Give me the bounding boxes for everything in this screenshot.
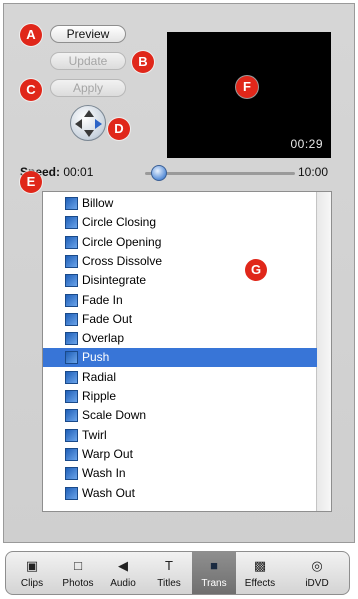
transition-item[interactable]: Fade In (61, 291, 314, 310)
tab-effects[interactable]: ▩ Effects (238, 552, 282, 594)
transition-icon (65, 197, 78, 210)
apply-button[interactable]: Apply (50, 79, 126, 97)
transition-icon (65, 293, 78, 307)
transition-label: Push (82, 350, 110, 365)
tab-label: Audio (110, 578, 136, 589)
tab-photos[interactable]: □ Photos (56, 552, 100, 594)
idvd-icon: ◎ (311, 558, 323, 573)
audio-icon: ◀ (118, 558, 128, 573)
transition-icon (65, 312, 78, 326)
direction-pad[interactable] (70, 105, 106, 141)
transition-icon (65, 216, 78, 230)
transition-icon (65, 235, 78, 249)
speed-slider-knob[interactable] (150, 165, 167, 181)
titles-icon: T (165, 558, 173, 573)
arrow-left-icon[interactable] (75, 119, 82, 129)
callout-badge: G (245, 259, 267, 281)
transition-icon (65, 332, 78, 346)
transition-label: Ripple (82, 389, 117, 403)
transition-item[interactable]: Cross Dissolve (61, 252, 314, 271)
transition-label: Twirl (82, 427, 107, 442)
transition-item[interactable]: Disintegrate (61, 271, 314, 290)
transition-label: Warp Out (82, 446, 133, 461)
viewer-timecode: 00:29 (290, 137, 323, 151)
clips-icon: ▣ (25, 558, 39, 573)
callout-badge: F (236, 76, 258, 98)
transition-item[interactable]: Twirl (61, 426, 314, 445)
transition-label: Radial (82, 369, 117, 384)
callout-badge: E (20, 171, 42, 193)
trans-icon: ■ (210, 558, 218, 573)
photos-icon: □ (74, 558, 82, 573)
pane-tab-bar: ▣ Clips □ Photos ◀ Audio T Titles ■ Trans ▩ Effects… (5, 551, 350, 595)
transition-label: Billow (82, 196, 114, 210)
transition-label: Fade Out (82, 311, 133, 326)
arrow-right-icon[interactable] (95, 119, 102, 129)
transition-icon (65, 274, 78, 288)
tab-label: Clips (20, 578, 44, 589)
transition-icon (65, 447, 78, 461)
transition-label: Wash In (82, 466, 126, 481)
arrow-down-icon[interactable] (84, 130, 94, 137)
transition-icon (65, 370, 78, 384)
speed-min-label: 00:01 (63, 165, 94, 179)
tab-label: Effects (244, 578, 276, 589)
effects-icon: ▩ (253, 558, 267, 573)
transition-label: Wash Out (82, 485, 135, 500)
transition-icon (65, 409, 78, 423)
tab-label: Photos (62, 578, 94, 589)
tab-label: Titles (157, 578, 181, 589)
transition-label: Circle Opening (82, 234, 162, 249)
callout-badge: D (108, 118, 130, 140)
transition-item[interactable]: Scale Down (61, 406, 314, 425)
callout-badge: A (20, 24, 42, 46)
speed-max-label: 10:00 (298, 165, 329, 179)
callout-badge: C (20, 79, 42, 101)
transition-label: Disintegrate (82, 273, 147, 288)
transition-item[interactable]: Fade Out (61, 310, 314, 329)
tab-label: iDVD (305, 578, 329, 589)
update-button[interactable]: Update (50, 52, 126, 70)
tab-titles[interactable]: T Titles (147, 552, 191, 594)
speed-slider-track[interactable] (145, 172, 295, 175)
tab-label: Trans (201, 578, 227, 589)
transition-item[interactable]: Push (43, 348, 317, 368)
transition-item[interactable]: Ripple (61, 387, 314, 406)
transition-icon (65, 390, 78, 403)
transition-item[interactable]: Wash Out (61, 484, 314, 503)
transition-icon (65, 254, 78, 268)
callout-badge: B (132, 51, 154, 73)
tab-clips[interactable]: ▣ Clips (10, 552, 54, 594)
transition-label: Overlap (82, 331, 125, 346)
transition-icon (65, 428, 78, 442)
transition-label: Circle Closing (82, 215, 157, 230)
list-scrollbar[interactable] (316, 192, 331, 511)
preview-button[interactable]: Preview (50, 25, 126, 43)
transition-icon (65, 351, 78, 365)
transition-icon (65, 486, 78, 500)
transition-item[interactable]: Circle Closing (61, 213, 314, 232)
transition-item[interactable]: Warp Out (61, 445, 314, 464)
transition-label: Cross Dissolve (82, 253, 163, 268)
tab-trans[interactable]: ■ Trans (192, 552, 236, 594)
transitions-list[interactable]: Billow Circle Closing Circle Opening Cross … (42, 191, 332, 512)
transition-label: Fade In (82, 292, 123, 307)
transition-icon (65, 467, 78, 481)
transition-item[interactable]: Overlap (61, 329, 314, 348)
transition-item[interactable]: Radial (61, 368, 314, 387)
arrow-up-icon[interactable] (84, 110, 94, 117)
transition-item[interactable]: Circle Opening (61, 233, 314, 252)
tab-idvd[interactable]: ◎ iDVD (290, 552, 344, 594)
transition-item[interactable]: Wash In (61, 464, 314, 483)
transition-label: Scale Down (82, 408, 147, 423)
tab-audio[interactable]: ◀ Audio (101, 552, 145, 594)
transition-item[interactable]: Billow (61, 194, 314, 213)
